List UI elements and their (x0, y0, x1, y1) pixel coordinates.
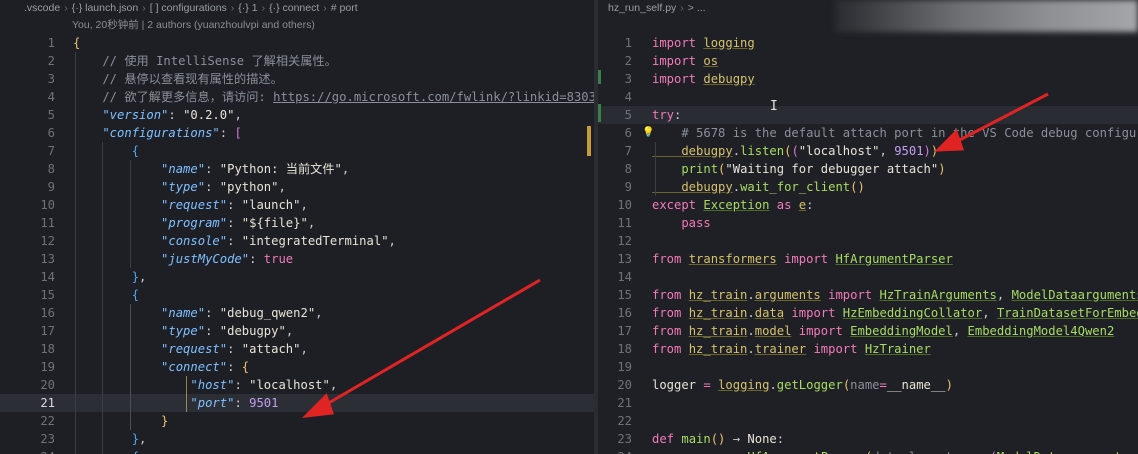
arrow-to-listen (934, 92, 1049, 152)
arrow-to-port (301, 278, 541, 418)
annotation-arrows (301, 92, 1049, 418)
